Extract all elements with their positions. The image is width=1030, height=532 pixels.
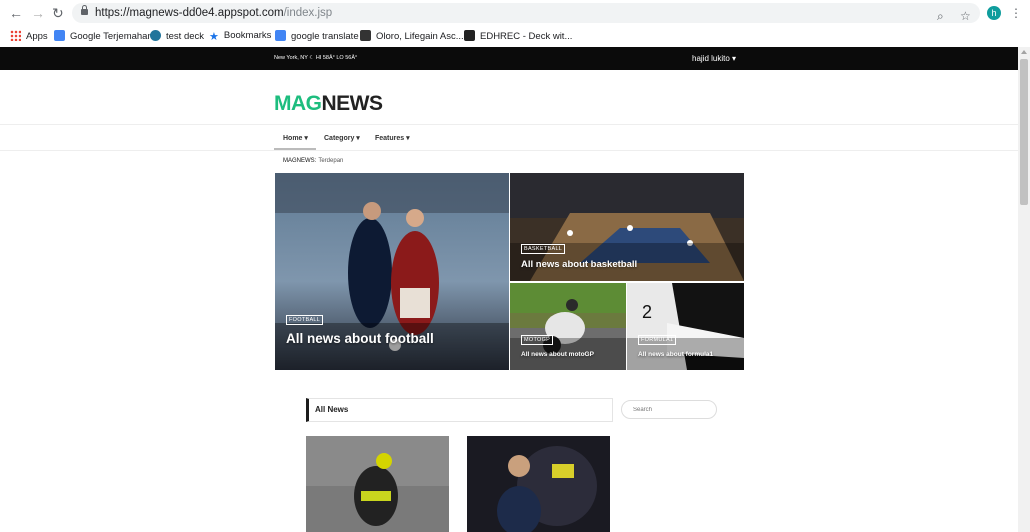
card-art-icon bbox=[360, 30, 371, 41]
back-arrow-icon[interactable]: ← bbox=[9, 6, 23, 20]
news-card[interactable] bbox=[467, 436, 610, 532]
bookmark-test-deck[interactable]: test deck bbox=[150, 30, 204, 42]
zoom-icon[interactable]: ⌕ bbox=[937, 10, 944, 22]
user-menu[interactable]: hajid lukito ▾ bbox=[692, 54, 736, 63]
edhrec-icon bbox=[464, 30, 475, 41]
news-card-photo bbox=[467, 436, 610, 532]
forward-arrow-icon[interactable]: → bbox=[31, 6, 45, 20]
profile-avatar[interactable]: h bbox=[987, 6, 1001, 20]
featured-football[interactable]: FOOTBALL All news about football bbox=[275, 173, 509, 370]
menu-home[interactable]: Home ▾ bbox=[283, 134, 308, 142]
menu-kebab-icon[interactable]: ⋮ bbox=[1010, 6, 1022, 20]
star-icon: ★ bbox=[209, 31, 219, 43]
bookmark-edhrec[interactable]: EDHREC - Deck wit... bbox=[464, 30, 572, 42]
title-basketball[interactable]: All news about basketball bbox=[521, 259, 637, 270]
reload-icon[interactable]: ↻ bbox=[52, 6, 64, 20]
browser-toolbar: ← → ↻ https://magnews-dd0e4.appspot.com/… bbox=[0, 0, 1030, 26]
wordpress-icon bbox=[150, 30, 161, 41]
tag-basketball[interactable]: BASKETBALL bbox=[521, 244, 566, 254]
featured-formula1[interactable]: 2 FORMULA1 All news about formula1 bbox=[627, 283, 744, 370]
featured-basketball[interactable]: BASKETBALL All news about basketball bbox=[510, 173, 744, 281]
scroll-up-icon[interactable] bbox=[1021, 50, 1027, 54]
title-football[interactable]: All news about football bbox=[286, 331, 434, 346]
bookmark-google-terjemahan[interactable]: Google Terjemahan bbox=[54, 30, 153, 42]
url-text[interactable]: https://magnews-dd0e4.appspot.com/index.… bbox=[95, 7, 332, 19]
tag-formula1[interactable]: FORMULA1 bbox=[638, 335, 677, 345]
top-bar: New York, NY ☾ HI 58Â° LO 56Â° hajid luk… bbox=[0, 47, 1018, 70]
news-card[interactable] bbox=[306, 436, 449, 532]
menu-category[interactable]: Category ▾ bbox=[324, 134, 360, 142]
lock-icon bbox=[81, 5, 88, 15]
address-bar[interactable]: https://magnews-dd0e4.appspot.com/index.… bbox=[72, 3, 980, 23]
google-translate-icon bbox=[54, 30, 65, 41]
car-number: 2 bbox=[642, 302, 652, 322]
site-logo[interactable]: MAGNEWS bbox=[274, 92, 383, 116]
scrollbar-thumb[interactable] bbox=[1020, 59, 1028, 205]
google-translate-icon bbox=[275, 30, 286, 41]
main-menu: Home ▾ Category ▾ Features ▾ bbox=[0, 125, 1018, 151]
tag-football[interactable]: FOOTBALL bbox=[286, 315, 324, 325]
title-motogp[interactable]: All news about motoGP bbox=[521, 351, 594, 358]
page-scrollbar[interactable] bbox=[1018, 47, 1030, 532]
web-page: New York, NY ☾ HI 58Â° LO 56Â° hajid luk… bbox=[0, 47, 1018, 532]
bookmarks-bar: Apps Google Terjemahan test deck ★ Bookma… bbox=[0, 26, 1030, 48]
tag-motogp[interactable]: MOTOGP bbox=[521, 335, 554, 345]
bookmark-oloro[interactable]: Oloro, Lifegain Asc... bbox=[360, 30, 464, 42]
search-input[interactable] bbox=[621, 400, 717, 419]
bookmark-bookmarks[interactable]: ★ Bookmarks bbox=[209, 30, 271, 43]
news-ticker: MAGNEWS: Terdepan bbox=[283, 158, 344, 164]
bookmark-google-translate[interactable]: google translate bbox=[275, 30, 359, 42]
bookmark-apps[interactable]: Apps bbox=[10, 30, 48, 42]
menu-features[interactable]: Features ▾ bbox=[375, 134, 410, 142]
bookmark-star-icon[interactable]: ☆ bbox=[960, 10, 971, 22]
apps-grid-icon bbox=[10, 30, 21, 41]
menu-active-indicator bbox=[274, 148, 316, 150]
featured-motogp[interactable]: MOTOGP All news about motoGP bbox=[510, 283, 626, 370]
weather-info: New York, NY ☾ HI 58Â° LO 56Â° bbox=[274, 55, 358, 61]
news-card-photo bbox=[306, 436, 449, 532]
all-news-header: All News bbox=[306, 398, 613, 422]
title-formula1[interactable]: All news about formula1 bbox=[638, 351, 713, 358]
